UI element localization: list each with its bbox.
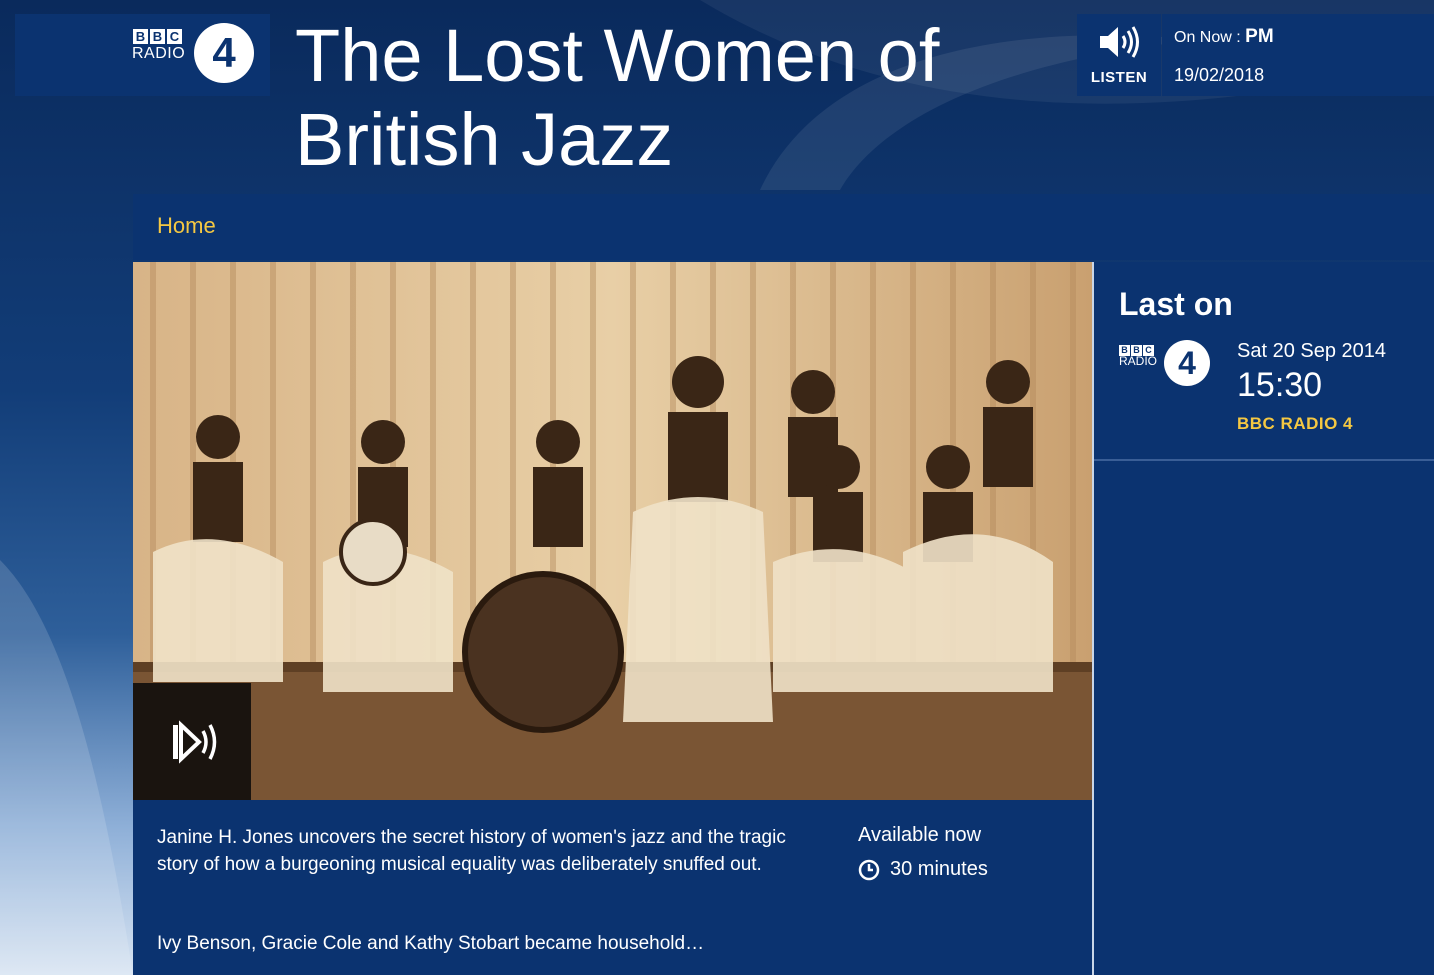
hero-image (133, 262, 1092, 800)
nav-home-link[interactable]: Home (157, 213, 216, 239)
nav-bar: Home (133, 194, 1434, 260)
bbc-block: B (150, 29, 165, 44)
on-now-prefix: On Now : (1174, 29, 1246, 46)
bbc-block: C (167, 29, 182, 44)
on-now-panel[interactable]: On Now : PM 19/02/2018 (1162, 14, 1434, 96)
last-on-heading: Last on (1119, 286, 1233, 322)
on-now-date: 19/02/2018 (1174, 65, 1265, 85)
last-on-date: Sat 20 Sep 2014 (1237, 340, 1387, 362)
duration-text: 30 minutes (890, 858, 988, 880)
radio-word: RADIO (132, 45, 186, 62)
duration-row: 30 minutes (858, 858, 988, 881)
sidebar-divider (1094, 459, 1434, 461)
station-logo-small: BBC RADIO 4 (1119, 340, 1211, 392)
jazz-band-photo (133, 262, 1092, 800)
on-now-programme: PM (1245, 26, 1274, 47)
description-panel: Janine H. Jones uncovers the secret hist… (133, 800, 1092, 975)
availability-text: Available now (858, 824, 982, 846)
play-button[interactable] (133, 683, 251, 800)
bbc-block: B (133, 29, 148, 44)
programme-more-text[interactable]: Ivy Benson, Gracie Cole and Kathy Stobar… (157, 930, 807, 957)
last-on-time: 15:30 (1237, 366, 1323, 404)
last-on-station-link[interactable]: BBC RADIO 4 (1237, 414, 1353, 434)
speaker-icon (1100, 26, 1139, 58)
listen-label: LISTEN (1090, 69, 1148, 86)
audio-play-icon (173, 720, 217, 764)
last-on-sidebar: Last on BBC RADIO 4 Sat 20 Sep 2014 15:3… (1094, 262, 1434, 975)
station-logo[interactable]: BBC RADIO 4 (15, 14, 270, 96)
station-number-badge-small: 4 (1164, 340, 1210, 386)
on-now-line: On Now : PM (1174, 26, 1274, 48)
listen-button[interactable]: LISTEN (1077, 14, 1161, 96)
radio-word-small: RADIO (1119, 354, 1158, 368)
station-number-badge: 4 (194, 23, 254, 83)
programme-title: The Lost Women of British Jazz (295, 14, 940, 181)
programme-summary: Janine H. Jones uncovers the secret hist… (157, 827, 786, 875)
bbc-blocks: BBC (133, 28, 184, 46)
clock-icon (858, 859, 880, 880)
